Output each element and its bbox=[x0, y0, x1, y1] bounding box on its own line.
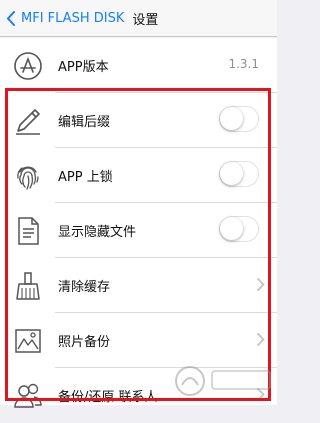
edit-suffix-toggle[interactable] bbox=[219, 106, 259, 132]
toggle-knob bbox=[220, 107, 243, 130]
settings-row-clear-cache[interactable]: 清除缓存 bbox=[0, 258, 277, 313]
app-lock-label: APP 上锁 bbox=[58, 170, 113, 185]
app-version-label: APP版本 bbox=[58, 60, 109, 75]
photo-icon bbox=[15, 329, 41, 353]
toggle-knob bbox=[220, 162, 243, 185]
settings-row-photo-backup[interactable]: 照片备份 bbox=[0, 313, 277, 368]
settings-list: APP版本 1.3.1 编辑后缀 APP 上锁 显示隐藏文件 清除缓存 照片备份… bbox=[0, 38, 277, 408]
back-button-label: MFI FLASH DISK bbox=[21, 10, 125, 26]
settings-row-app-lock: APP 上锁 bbox=[0, 148, 277, 203]
settings-row-app-version: APP版本 1.3.1 bbox=[0, 38, 277, 93]
broom-icon bbox=[16, 272, 40, 300]
back-button[interactable]: MFI FLASH DISK bbox=[0, 0, 124, 36]
toggle-knob bbox=[220, 217, 243, 240]
app-version-value: 1.3.1 bbox=[228, 57, 259, 71]
document-icon bbox=[18, 217, 39, 245]
contacts-icon bbox=[14, 383, 42, 408]
chevron-right-icon bbox=[257, 278, 265, 291]
settings-row-edit-suffix: 编辑后缀 bbox=[0, 93, 277, 148]
settings-row-backup-contacts[interactable]: 备份/还原 联系人 bbox=[0, 368, 277, 423]
page-title: 设置 bbox=[132, 12, 159, 28]
app-store-icon bbox=[14, 52, 42, 80]
settings-row-show-hidden-files: 显示隐藏文件 bbox=[0, 203, 277, 258]
chevron-left-icon bbox=[7, 10, 15, 26]
fingerprint-icon bbox=[17, 166, 39, 190]
backup-contacts-label: 备份/还原 联系人 bbox=[58, 390, 158, 405]
clear-cache-label: 清除缓存 bbox=[58, 280, 111, 295]
chevron-right-icon bbox=[257, 388, 265, 401]
app-lock-toggle[interactable] bbox=[219, 161, 259, 187]
navigation-bar: MFI FLASH DISK 设置 bbox=[0, 0, 277, 37]
show-hidden-files-toggle[interactable] bbox=[219, 216, 259, 242]
edit-suffix-label: 编辑后缀 bbox=[58, 115, 111, 130]
show-hidden-files-label: 显示隐藏文件 bbox=[58, 225, 137, 240]
photo-backup-label: 照片备份 bbox=[58, 335, 111, 350]
pencil-icon bbox=[16, 109, 40, 135]
chevron-right-icon bbox=[257, 333, 265, 346]
